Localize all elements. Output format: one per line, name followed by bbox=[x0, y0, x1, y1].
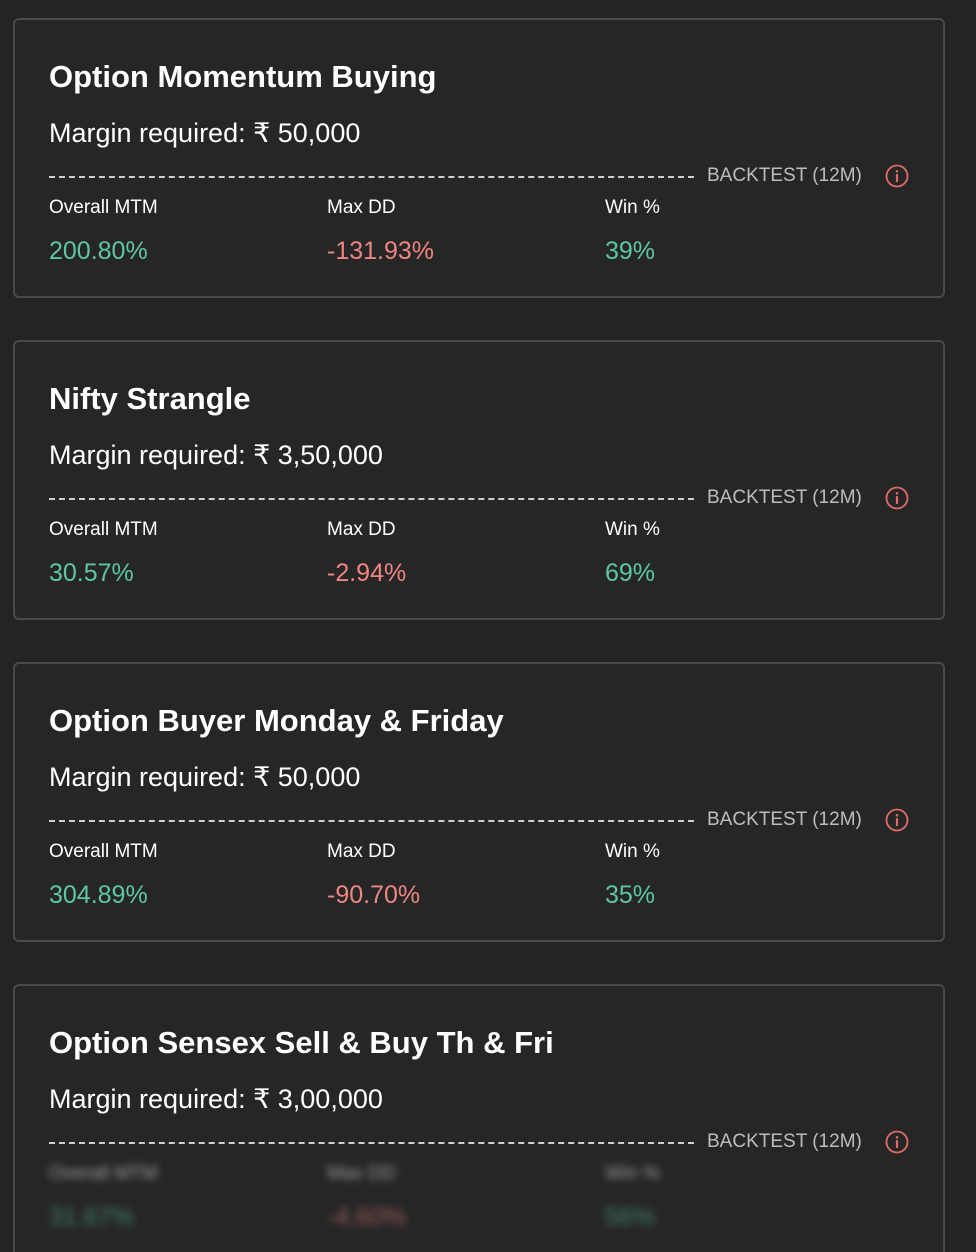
margin-required: Margin required: ₹ 50,000 bbox=[49, 118, 361, 148]
metric-win-percent: Win % 39% bbox=[605, 196, 865, 266]
metric-win-percent: Win % 69% bbox=[605, 518, 865, 588]
metric-label: Max DD bbox=[327, 1163, 396, 1184]
metric-win-percent: Win % 35% bbox=[605, 840, 865, 910]
metric-win-percent: Win % 56% bbox=[605, 1162, 865, 1232]
metric-label: Max DD bbox=[327, 841, 396, 862]
margin-required: Margin required: ₹ 3,50,000 bbox=[49, 440, 383, 470]
metric-label: Overall MTM bbox=[49, 519, 158, 540]
backtest-label: BACKTEST (12M) bbox=[707, 165, 862, 186]
dashed-divider bbox=[49, 176, 694, 178]
metric-overall-mtm: Overall MTM 31.67% bbox=[49, 1162, 309, 1232]
info-icon[interactable] bbox=[885, 486, 909, 510]
win-percent-value: 39% bbox=[605, 237, 656, 265]
metric-label: Overall MTM bbox=[49, 197, 158, 218]
metric-label: Overall MTM bbox=[49, 841, 158, 862]
metric-label: Max DD bbox=[327, 519, 396, 540]
metric-overall-mtm: Overall MTM 304.89% bbox=[49, 840, 309, 910]
overall-mtm-value: 31.67% bbox=[49, 1203, 134, 1231]
strategy-card[interactable]: Option Momentum Buying Margin required: … bbox=[13, 18, 945, 298]
strategy-card[interactable]: Nifty Strangle Margin required: ₹ 3,50,0… bbox=[13, 340, 945, 620]
info-icon[interactable] bbox=[885, 164, 909, 188]
max-dd-value: -131.93% bbox=[327, 237, 435, 265]
win-percent-value: 56% bbox=[605, 1203, 656, 1231]
dashed-divider bbox=[49, 1142, 694, 1144]
margin-required: Margin required: ₹ 3,00,000 bbox=[49, 1084, 383, 1114]
metric-label: Win % bbox=[605, 197, 660, 218]
info-icon[interactable] bbox=[885, 1130, 909, 1154]
metric-label: Win % bbox=[605, 1163, 660, 1184]
info-icon[interactable] bbox=[885, 808, 909, 832]
strategy-title: Nifty Strangle bbox=[49, 381, 251, 416]
metric-label: Max DD bbox=[327, 197, 396, 218]
metric-label: Overall MTM bbox=[49, 1163, 158, 1184]
strategy-title: Option Sensex Sell & Buy Th & Fri bbox=[49, 1025, 554, 1060]
metric-max-dd: Max DD -90.70% bbox=[327, 840, 587, 910]
max-dd-value: -2.94% bbox=[327, 559, 407, 587]
metric-overall-mtm: Overall MTM 30.57% bbox=[49, 518, 309, 588]
metric-overall-mtm: Overall MTM 200.80% bbox=[49, 196, 309, 266]
margin-required: Margin required: ₹ 50,000 bbox=[49, 762, 361, 792]
win-percent-value: 69% bbox=[605, 559, 656, 587]
metric-max-dd: Max DD -4.60% bbox=[327, 1162, 587, 1232]
overall-mtm-value: 200.80% bbox=[49, 237, 148, 265]
dashed-divider bbox=[49, 820, 694, 822]
strategy-list: Option Momentum Buying Margin required: … bbox=[0, 0, 976, 1252]
backtest-label: BACKTEST (12M) bbox=[707, 1131, 862, 1152]
win-percent-value: 35% bbox=[605, 881, 656, 909]
strategy-title: Option Momentum Buying bbox=[49, 59, 437, 94]
overall-mtm-value: 304.89% bbox=[49, 881, 148, 909]
backtest-label: BACKTEST (12M) bbox=[707, 487, 862, 508]
metric-label: Win % bbox=[605, 841, 660, 862]
metric-label: Win % bbox=[605, 519, 660, 540]
backtest-label: BACKTEST (12M) bbox=[707, 809, 862, 830]
strategy-title: Option Buyer Monday & Friday bbox=[49, 703, 504, 738]
overall-mtm-value: 30.57% bbox=[49, 559, 134, 587]
dashed-divider bbox=[49, 498, 694, 500]
metric-max-dd: Max DD -131.93% bbox=[327, 196, 587, 266]
strategy-card[interactable]: Option Sensex Sell & Buy Th & Fri Margin… bbox=[13, 984, 945, 1252]
metric-max-dd: Max DD -2.94% bbox=[327, 518, 587, 588]
max-dd-value: -90.70% bbox=[327, 881, 421, 909]
max-dd-value: -4.60% bbox=[327, 1203, 407, 1231]
strategy-card[interactable]: Option Buyer Monday & Friday Margin requ… bbox=[13, 662, 945, 942]
